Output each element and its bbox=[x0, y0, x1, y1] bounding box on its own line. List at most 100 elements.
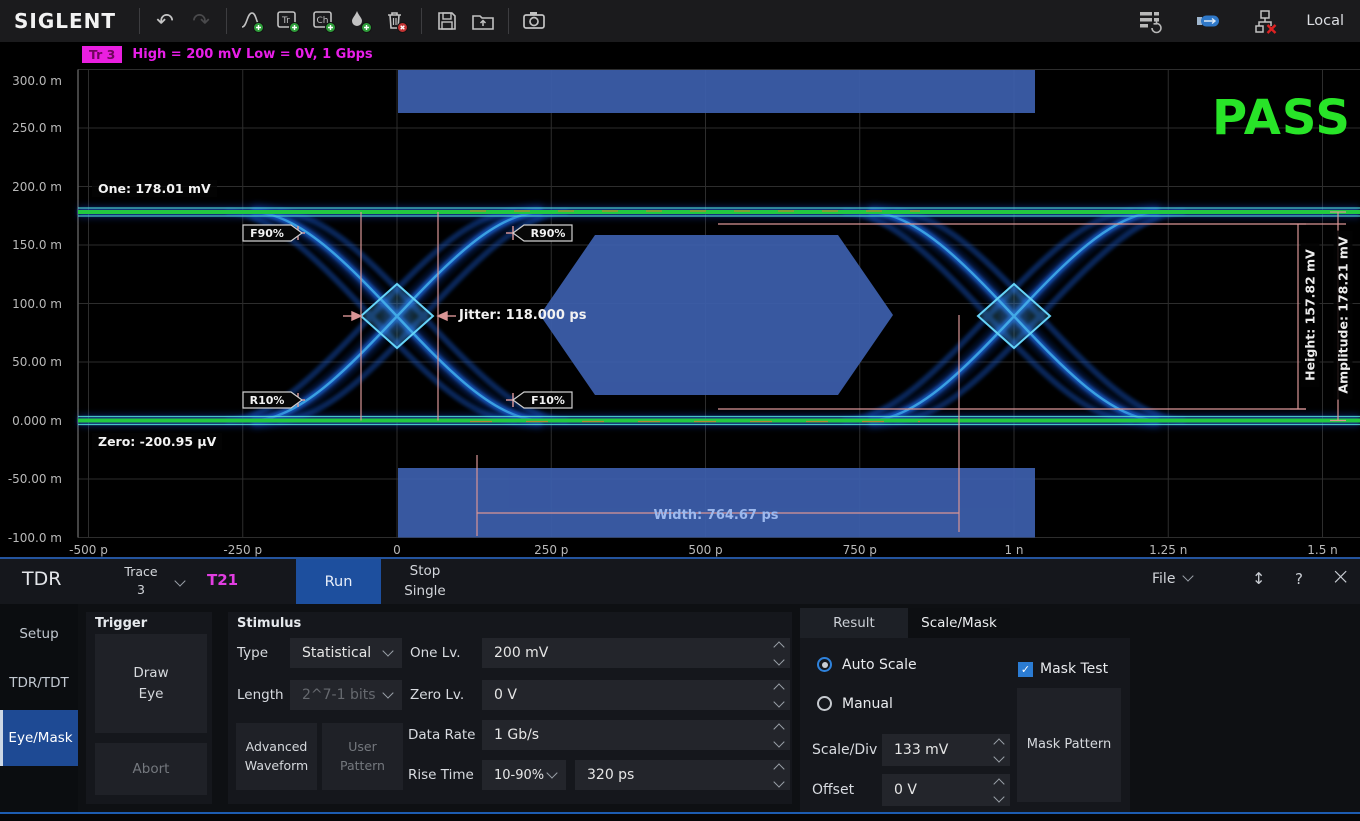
add-trace-icon: Tr bbox=[275, 8, 301, 34]
tab-scale-mask[interactable]: Scale/Mask bbox=[908, 608, 1010, 638]
tab-setup[interactable]: Setup bbox=[0, 612, 78, 656]
scale-div-spinner[interactable] bbox=[995, 734, 1003, 766]
svg-text:Tr: Tr bbox=[281, 16, 290, 26]
x-tick-label: 1 n bbox=[1004, 543, 1023, 557]
file-menu-chevron-icon bbox=[1183, 570, 1194, 581]
tab-eye-mask[interactable]: Eye/Mask bbox=[0, 710, 78, 766]
add-trace-button[interactable]: Tr bbox=[270, 3, 306, 39]
main-toolbar: SIGLENT ↶ ↷ Tr Ch bbox=[0, 0, 1360, 42]
draw-eye-button[interactable]: Draw Eye bbox=[95, 634, 207, 733]
usb-status[interactable] bbox=[1190, 3, 1226, 39]
user-pattern-button[interactable]: User Pattern bbox=[322, 723, 403, 790]
save-button[interactable] bbox=[429, 3, 465, 39]
zero-lv-field[interactable]: 0 V bbox=[482, 680, 790, 710]
toolbar-separator bbox=[508, 8, 509, 34]
app-title: TDR bbox=[22, 568, 61, 590]
tab-tdr-tdt[interactable]: TDR/TDT bbox=[0, 661, 78, 705]
trace-info: High = 200 mV Low = 0V, 1 Gbps bbox=[132, 47, 372, 62]
one-lv-field[interactable]: 200 mV bbox=[482, 638, 790, 668]
network-status[interactable] bbox=[1248, 3, 1284, 39]
type-dropdown[interactable]: Statistical bbox=[290, 638, 402, 668]
length-label: Length bbox=[237, 687, 284, 703]
offset-spinner[interactable] bbox=[995, 774, 1003, 806]
data-rate-spinner[interactable] bbox=[775, 720, 783, 750]
y-tick-label: 50.00 m bbox=[4, 355, 62, 369]
x-tick-label: 0 bbox=[393, 543, 401, 557]
x-tick-label: 1.25 n bbox=[1149, 543, 1187, 557]
tdr-control-panel: Setup TDR/TDT Eye/Mask Trigger Draw Eye … bbox=[0, 604, 1360, 812]
auto-scale-radio[interactable] bbox=[817, 657, 832, 672]
zero-lv-label: Zero Lv. bbox=[410, 687, 464, 703]
x-tick-label: 250 p bbox=[534, 543, 568, 557]
delete-icon bbox=[383, 8, 409, 34]
offset-value: 0 V bbox=[894, 782, 917, 798]
zero-lv-value: 0 V bbox=[494, 687, 517, 703]
collapse-panel-button[interactable]: ↕ bbox=[1252, 569, 1265, 588]
draw-eye-label-1: Draw bbox=[133, 663, 168, 683]
abort-button[interactable]: Abort bbox=[95, 743, 207, 795]
scale-div-label: Scale/Div bbox=[812, 742, 877, 758]
close-button[interactable]: × bbox=[1331, 564, 1350, 590]
scale-div-field[interactable]: 133 mV bbox=[882, 734, 1010, 766]
trace-selector-chevron-icon[interactable] bbox=[174, 575, 185, 586]
height-annotation: Height: 157.82 mV bbox=[1301, 243, 1320, 387]
type-label: Type bbox=[237, 645, 268, 661]
rise-time-field[interactable]: 320 ps bbox=[575, 760, 790, 790]
scale-mask-body: Auto Scale Manual ✓ Mask Test Scale/Div … bbox=[800, 638, 1130, 812]
mask-center-hexagon bbox=[540, 235, 893, 395]
manual-radio[interactable] bbox=[817, 696, 832, 711]
y-tick-label: 250.0 m bbox=[4, 121, 62, 135]
x-tick-label: 500 p bbox=[688, 543, 722, 557]
network-disconnected-icon bbox=[1253, 8, 1279, 34]
redo-icon: ↷ bbox=[192, 11, 210, 32]
stimulus-header: Stimulus bbox=[237, 616, 301, 631]
screenshot-button[interactable] bbox=[516, 3, 552, 39]
trace-selector[interactable]: Trace 3 bbox=[110, 563, 172, 598]
save-icon bbox=[435, 9, 459, 33]
x-tick-label: 1.5 n bbox=[1307, 543, 1338, 557]
marker-r10-label: R10% bbox=[250, 394, 285, 407]
add-marker-button[interactable] bbox=[342, 3, 378, 39]
rise-time-range-dropdown[interactable]: 10-90% bbox=[482, 760, 566, 790]
rise-time-spinner[interactable] bbox=[775, 760, 783, 790]
advanced-waveform-button[interactable]: Advanced Waveform bbox=[236, 723, 317, 790]
width-annotation: Width: 764.67 ps bbox=[653, 508, 778, 523]
file-menu[interactable]: File bbox=[1152, 571, 1192, 587]
eye-diagram-canvas: F90% R90% R10% F10% bbox=[0, 42, 1360, 557]
undo-button[interactable]: ↶ bbox=[147, 3, 183, 39]
tdr-menu-bar: TDR Trace 3 T21 Run Stop Single File ↕ ?… bbox=[0, 557, 1360, 604]
type-dropdown-chevron-icon bbox=[382, 645, 393, 656]
scale-mask-group: Result Scale/Mask Auto Scale Manual ✓ Ma… bbox=[800, 604, 1130, 812]
delete-trace-button[interactable] bbox=[378, 3, 414, 39]
amplitude-annotation: Amplitude: 178.21 mV bbox=[1334, 230, 1353, 399]
mask-bottom-bar bbox=[398, 468, 1035, 538]
display-layout-icon bbox=[1136, 7, 1164, 35]
tab-result[interactable]: Result bbox=[800, 608, 908, 638]
x-tick-label: -250 p bbox=[223, 543, 262, 557]
recall-button[interactable] bbox=[465, 3, 501, 39]
stop-label: Stop bbox=[390, 562, 460, 582]
file-menu-label: File bbox=[1152, 571, 1175, 587]
mask-pattern-button[interactable]: Mask Pattern bbox=[1017, 688, 1121, 802]
camera-icon bbox=[521, 8, 547, 34]
y-tick-label: 300.0 m bbox=[4, 74, 62, 88]
zero-lv-spinner[interactable] bbox=[775, 680, 783, 710]
one-lv-spinner[interactable] bbox=[775, 638, 783, 668]
run-button[interactable]: Run bbox=[296, 559, 381, 604]
redo-button[interactable]: ↷ bbox=[183, 3, 219, 39]
stop-single-button[interactable]: Stop Single bbox=[390, 562, 460, 601]
add-channel-button[interactable]: Ch bbox=[306, 3, 342, 39]
display-layout-button[interactable] bbox=[1132, 3, 1168, 39]
data-rate-field[interactable]: 1 Gb/s bbox=[482, 720, 790, 750]
trigger-header: Trigger bbox=[95, 616, 147, 631]
remote-local-status[interactable]: Local bbox=[1306, 13, 1344, 29]
offset-field[interactable]: 0 V bbox=[882, 774, 1010, 806]
trace-badge[interactable]: Tr 3 bbox=[82, 46, 122, 63]
y-tick-label: 150.0 m bbox=[4, 238, 62, 252]
help-button[interactable]: ? bbox=[1295, 570, 1303, 588]
add-waveform-button[interactable] bbox=[234, 3, 270, 39]
siglent-logo: SIGLENT bbox=[0, 9, 132, 33]
length-dropdown[interactable]: 2^7-1 bits bbox=[290, 680, 402, 710]
marker-f90-label: F90% bbox=[250, 227, 284, 240]
mask-test-checkbox[interactable]: ✓ bbox=[1018, 662, 1033, 677]
